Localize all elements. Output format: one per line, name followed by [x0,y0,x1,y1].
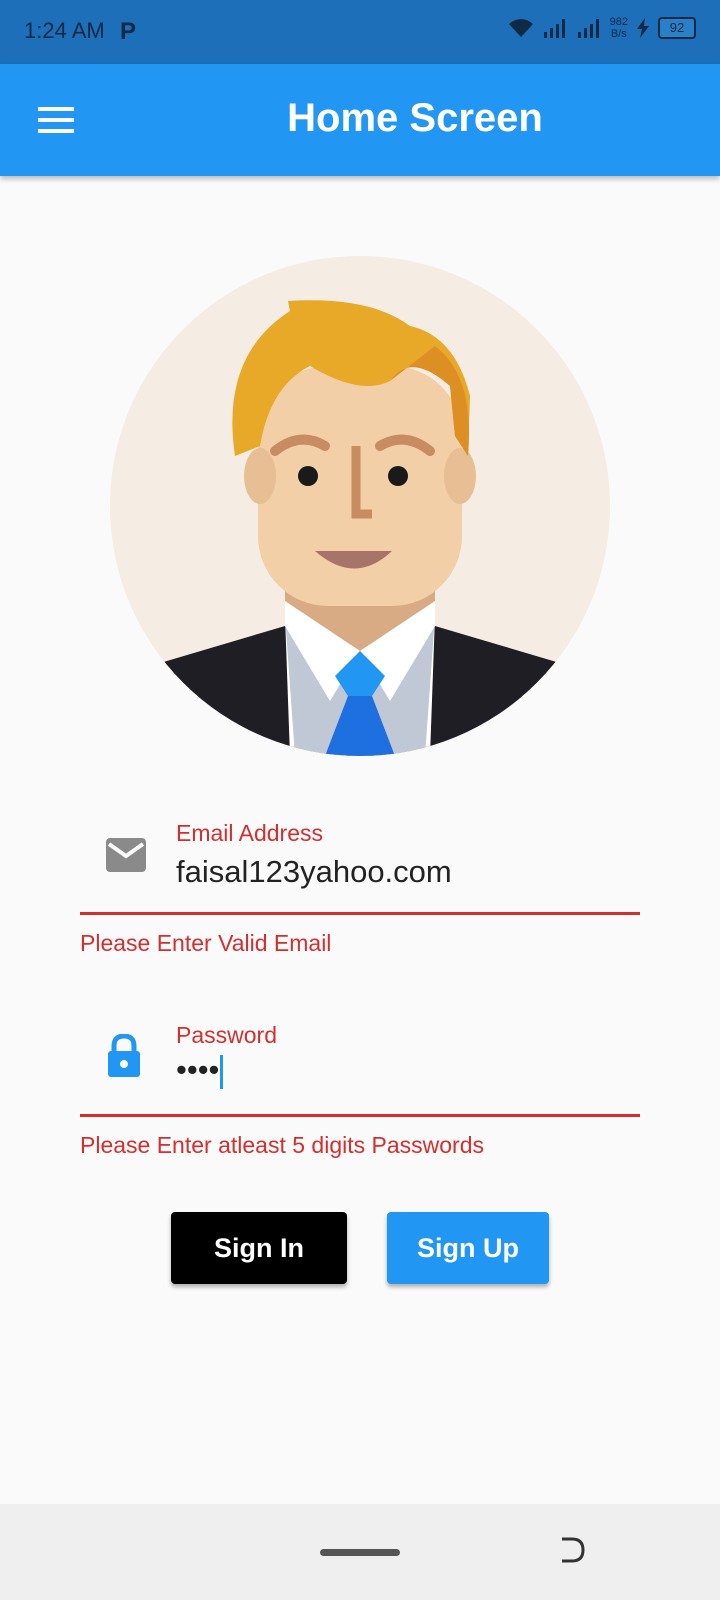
sign-up-button[interactable]: Sign Up [387,1212,549,1284]
mail-icon [106,838,146,872]
page-title: Home Screen [287,96,543,140]
lock-icon [108,1034,140,1077]
password-input[interactable]: •••• [176,1052,224,1089]
password-dots: •••• [176,1052,220,1087]
avatar [110,256,610,756]
net-speed: 982 B/s [610,16,628,40]
net-speed-unit: B/s [610,28,627,40]
password-field-group: Password •••• Please Enter atleast 5 dig… [80,1022,640,1162]
password-underline [80,1114,640,1117]
email-input[interactable]: faisal123yahoo.com [176,854,452,890]
signal-icon [543,19,565,38]
email-field-group: Email Address faisal123yahoo.com Please … [80,820,640,960]
battery-icon: 92 [658,17,696,39]
password-label: Password [176,1022,277,1048]
home-gesture-pill[interactable] [320,1549,400,1556]
email-label: Email Address [176,820,324,846]
charging-icon [637,18,649,38]
email-error: Please Enter Valid Email [80,930,332,956]
email-underline [80,912,640,915]
wifi-icon [508,19,533,37]
status-icons: 982 B/s 92 [508,16,696,40]
password-error: Please Enter atleast 5 digits Passwords [80,1132,484,1158]
rotate-icon[interactable] [556,1534,588,1566]
navigation-bar [0,1504,720,1600]
net-speed-value: 982 [609,16,628,28]
text-caret [220,1054,224,1089]
app-bar: Home Screen [0,64,720,176]
carrier-p-icon: P [120,18,137,45]
signal-icon-2 [577,19,599,38]
businessman-avatar-icon [110,256,610,756]
status-bar: 1:24 AM P 982 B/s 92 [0,0,720,64]
status-time: 1:24 AM [24,18,105,43]
sign-in-button[interactable]: Sign In [171,1212,347,1284]
